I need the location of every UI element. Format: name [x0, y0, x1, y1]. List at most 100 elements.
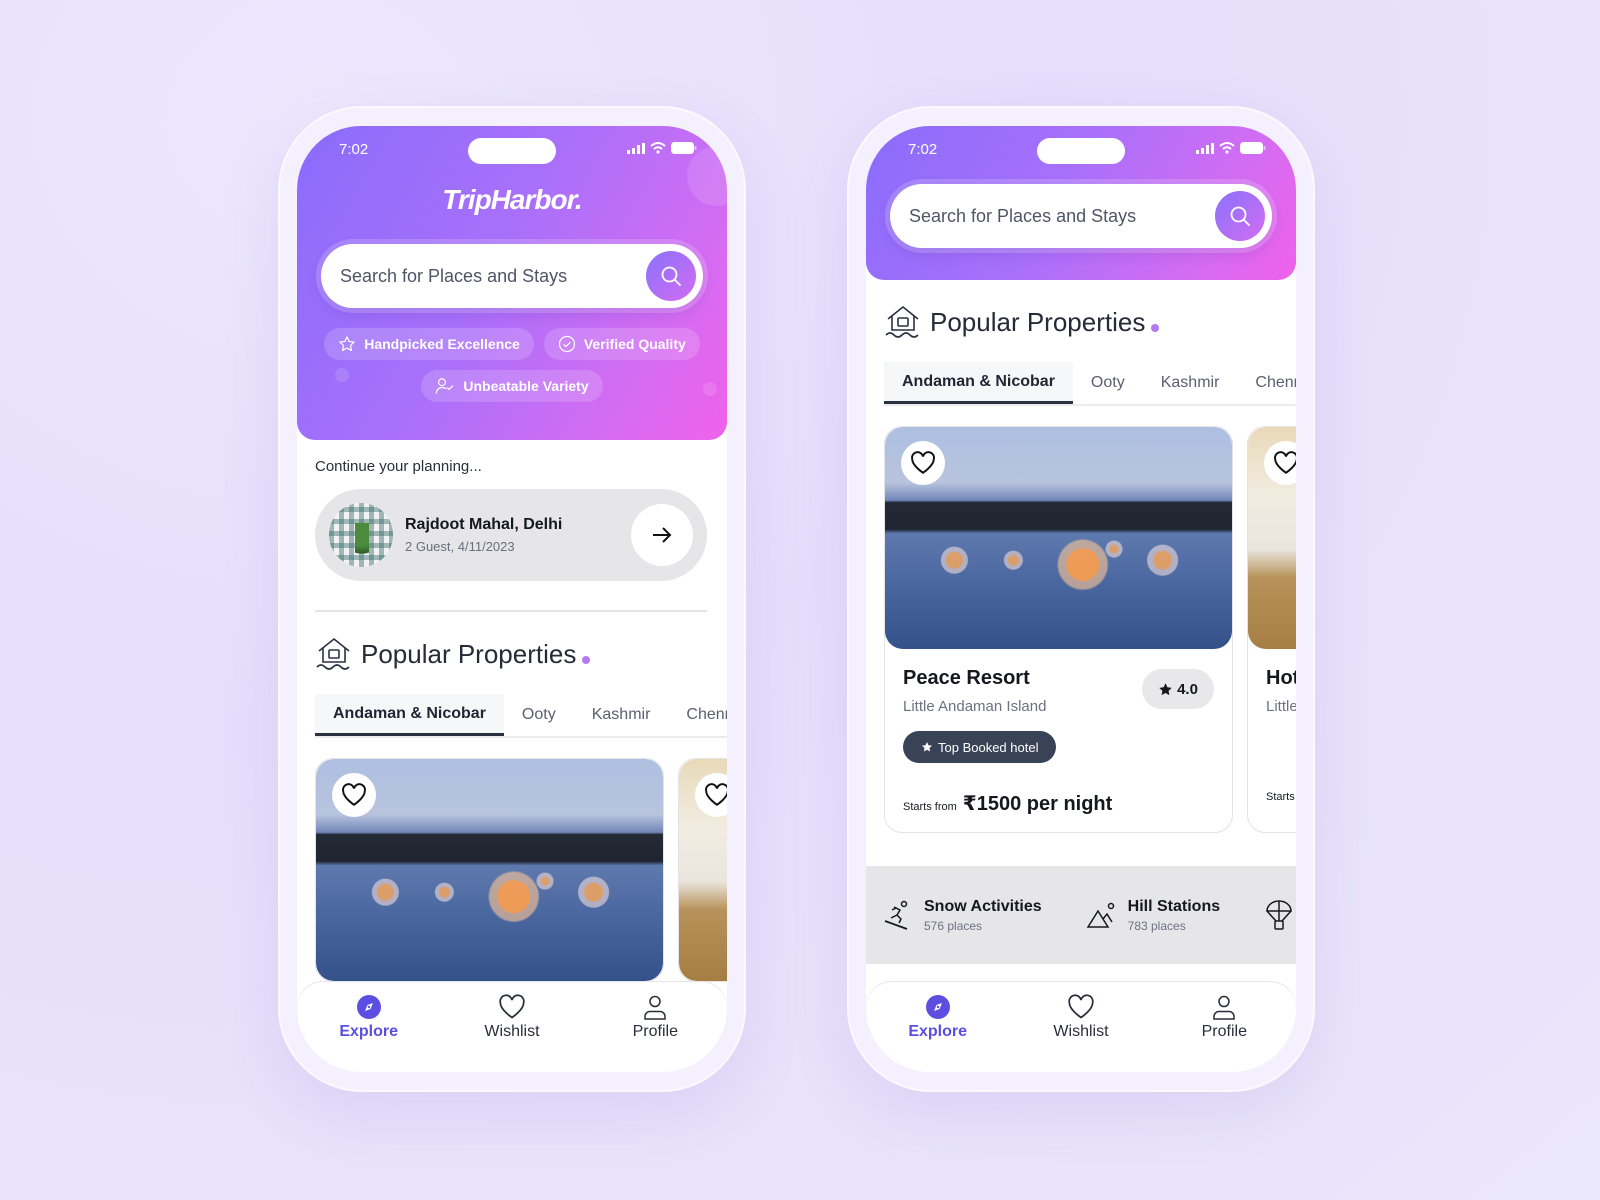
category-count: 783 places [1127, 918, 1186, 933]
dynamic-island [468, 138, 556, 164]
property-cards [315, 758, 727, 982]
tab-ooty[interactable]: Ooty [1073, 362, 1143, 404]
property-card[interactable] [315, 758, 664, 982]
search-bar[interactable] [321, 244, 703, 308]
top-booked-badge: Top Booked hotel [903, 731, 1057, 763]
search-input[interactable] [340, 265, 646, 287]
price: Starts from ₹1500 per night [903, 791, 1214, 816]
price-prefix: Starts from [1266, 791, 1296, 803]
phone-frame-home: 7:02 TripHarbor. Han [278, 106, 746, 1092]
search-button[interactable] [1215, 191, 1265, 241]
bottom-nav: Explore Wishlist Profile [297, 982, 727, 1072]
status-icons [627, 142, 697, 154]
continue-planning-label: Continue your planning... [315, 458, 482, 475]
compass-icon [356, 995, 381, 1019]
continue-planning-title: Rajdoot Mahal, Delhi [405, 516, 563, 533]
nav-profile[interactable]: Profile [1174, 994, 1274, 1072]
divider [315, 610, 727, 612]
phone-frame-scrolled: 7:02 Popular Properties [847, 106, 1315, 1092]
status-time: 7:02 [339, 141, 369, 158]
property-image [1248, 427, 1296, 649]
battery-icon [1240, 142, 1266, 154]
property-card[interactable]: Peace Resort Little Andaman Island 4.0 T… [884, 426, 1233, 833]
continue-arrow-button[interactable] [631, 504, 693, 566]
heart-icon [1068, 994, 1094, 1019]
property-card[interactable]: Hotel Little Andaman Island Starts from [1247, 426, 1296, 833]
property-card-body: Hotel Little Andaman Island Starts from [1248, 649, 1296, 819]
dynamic-island [1037, 138, 1125, 164]
phone-screen: 7:02 TripHarbor. Han [297, 126, 727, 1072]
nav-wishlist[interactable]: Wishlist [462, 994, 562, 1072]
nav-profile[interactable]: Profile [605, 994, 705, 1072]
wishlist-button[interactable] [901, 441, 945, 485]
search-icon [1230, 206, 1250, 226]
tab-ooty[interactable]: Ooty [504, 694, 574, 736]
property-image [316, 759, 663, 981]
heart-icon [342, 783, 366, 806]
signal-icon [1196, 142, 1214, 154]
section-title: Popular Properties [884, 304, 1296, 340]
property-cards: Peace Resort Little Andaman Island 4.0 T… [884, 426, 1296, 833]
feature-chip: Verified Quality [543, 328, 700, 360]
wifi-icon [1219, 142, 1235, 154]
search-input[interactable] [909, 205, 1215, 227]
rating-badge: 4.0 [1142, 669, 1214, 709]
property-card[interactable] [678, 758, 727, 982]
hero-header: 7:02 [866, 126, 1296, 280]
star-icon [922, 742, 932, 752]
feature-chip: Unbeatable Variety [421, 370, 603, 402]
property-location: Little Andaman Island [1266, 698, 1296, 715]
wishlist-button[interactable] [695, 773, 727, 817]
search-icon [661, 266, 681, 286]
parachute-icon [1266, 900, 1292, 930]
nav-label: Profile [632, 1023, 678, 1040]
star-icon [1159, 682, 1172, 695]
mountain-icon [1086, 902, 1114, 928]
category-item[interactable]: Snow Activities 576 places [882, 898, 1064, 933]
category-item[interactable]: Hill Stations 783 places [1086, 898, 1242, 933]
wishlist-button[interactable] [332, 773, 376, 817]
tab-kashmir[interactable]: Kashmir [1143, 362, 1238, 404]
property-name: Hotel [1266, 667, 1296, 689]
user-check-icon [436, 378, 454, 394]
continue-planning-subtitle: 2 Guest, 4/11/2023 [405, 539, 515, 554]
nav-wishlist[interactable]: Wishlist [1031, 994, 1131, 1072]
nav-explore[interactable]: Explore [319, 994, 419, 1072]
badge-label: Top Booked hotel [938, 739, 1039, 755]
accent-dot [582, 656, 591, 664]
phone-screen: 7:02 Popular Properties [866, 126, 1296, 1072]
nav-label: Explore [908, 1023, 967, 1040]
tab-andaman-nicobar[interactable]: Andaman & Nicobar [315, 694, 504, 736]
search-button[interactable] [646, 251, 696, 301]
bottom-nav: Explore Wishlist Profile [866, 982, 1296, 1072]
category-strip: Snow Activities 576 places Hill Stations… [866, 866, 1296, 964]
compass-icon [925, 995, 950, 1019]
property-card-body: Peace Resort Little Andaman Island 4.0 T… [885, 649, 1232, 832]
nav-explore[interactable]: Explore [888, 994, 988, 1072]
status-icons [1196, 142, 1266, 154]
tab-andaman-nicobar[interactable]: Andaman & Nicobar [884, 362, 1073, 404]
region-tabs: Andaman & Nicobar Ooty Kashmir Chennai [884, 362, 1296, 406]
rating-value: 4.0 [1177, 680, 1198, 698]
price-value: ₹1500 per night [962, 793, 1113, 815]
heart-icon [911, 451, 935, 474]
category-item[interactable] [1264, 899, 1296, 931]
property-image [679, 759, 727, 981]
feature-chip-label: Verified Quality [583, 336, 686, 352]
user-icon [644, 995, 667, 1020]
tab-chennai[interactable]: Chennai [1237, 362, 1296, 404]
check-circle-icon [558, 335, 575, 353]
category-title: Snow Activities [924, 897, 1042, 915]
tab-chennai[interactable]: Chennai [668, 694, 727, 736]
heart-icon [705, 783, 727, 806]
signal-icon [627, 142, 645, 154]
property-image [885, 427, 1232, 649]
wishlist-button[interactable] [1264, 441, 1296, 485]
tab-kashmir[interactable]: Kashmir [574, 694, 669, 736]
snowboard-icon [884, 900, 908, 930]
continue-planning-card[interactable]: Rajdoot Mahal, Delhi 2 Guest, 4/11/2023 [315, 489, 707, 581]
category-count: 576 places [924, 918, 983, 933]
price-prefix: Starts from [903, 801, 957, 813]
search-bar[interactable] [890, 184, 1272, 248]
nav-label: Explore [339, 1023, 398, 1040]
